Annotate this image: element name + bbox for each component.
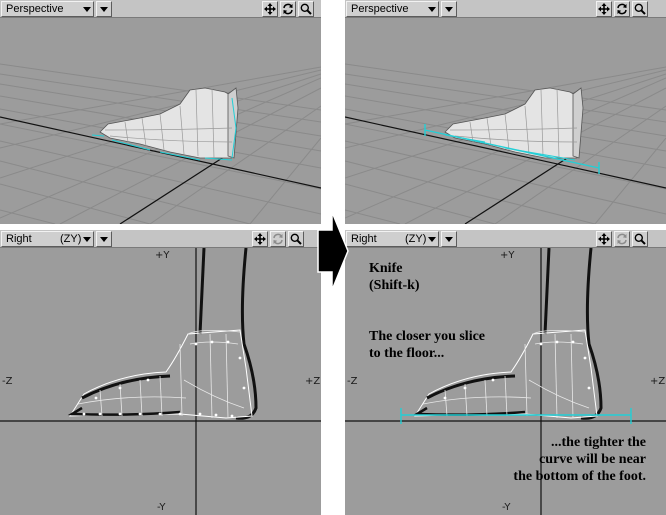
view-mode-label: Right: [351, 233, 377, 245]
shoe-side-mesh: [67, 329, 253, 419]
arrow-right-icon: [317, 211, 349, 291]
axis-label-minus-z: -Z: [2, 376, 13, 387]
hint-line: The closer you slice: [369, 329, 486, 344]
chevron-down-icon: [100, 7, 108, 12]
hint-line: to the floor...: [369, 346, 445, 361]
perspective-viewport-after[interactable]: Perspective: [345, 0, 666, 224]
viewport-header: Perspective: [0, 0, 321, 18]
viewport-header: Perspective: [345, 0, 666, 18]
slice-hint-note: The closer you slice to the floor...: [369, 328, 485, 362]
rotate-view-button[interactable]: [614, 1, 630, 17]
axis-label-plus-y: +Y: [155, 250, 170, 261]
viewport-options-button[interactable]: [441, 1, 457, 17]
rotate-view-icon: [272, 233, 284, 245]
axis-label-plus-y: +Y: [500, 250, 515, 261]
view-mode-dropdown[interactable]: Perspective: [346, 1, 439, 17]
view-mode-label: Right: [6, 233, 32, 245]
viewport-canvas[interactable]: +Y -Y -Z +Z: [0, 247, 321, 515]
zoom-view-button[interactable]: [298, 1, 314, 17]
rotate-view-icon: [282, 3, 294, 15]
rotate-view-icon: [616, 3, 628, 15]
view-mode-dropdown[interactable]: Perspective: [1, 1, 94, 17]
hint-line: ...the tighter the: [551, 435, 646, 450]
axis-label-plus-z: +Z: [305, 376, 321, 387]
view-mode-dropdown[interactable]: Right (ZY): [346, 231, 439, 247]
perspective-scene: [345, 63, 666, 224]
viewport-canvas[interactable]: +Y -Y -Z +Z: [345, 247, 666, 515]
perspective-viewport-before[interactable]: Perspective: [0, 0, 321, 224]
shoe-mesh: [444, 87, 584, 159]
axes-label: (ZY): [60, 233, 82, 245]
axis-label-plus-z: +Z: [650, 376, 666, 387]
zoom-view-icon: [634, 233, 646, 245]
chevron-down-icon: [83, 7, 91, 12]
axes-label: (ZY): [405, 233, 427, 245]
chevron-down-icon: [428, 237, 436, 242]
chevron-down-icon: [100, 237, 108, 242]
knife-tool-note: Knife (Shift-k): [369, 260, 420, 294]
chevron-down-icon: [83, 237, 91, 242]
move-view-icon: [598, 3, 610, 15]
chevron-down-icon: [428, 7, 436, 12]
tool-name: Knife: [369, 261, 403, 276]
axis-label-minus-y: -Y: [502, 502, 511, 513]
hint-line: curve will be near: [539, 452, 646, 467]
leg-outline: [543, 247, 603, 420]
viewport-options-button[interactable]: [96, 1, 112, 17]
curve-hint-note: ...the tighter the curve will be near th…: [513, 434, 646, 485]
move-view-button[interactable]: [596, 231, 612, 247]
move-view-icon: [264, 3, 276, 15]
axis-label-minus-y: -Y: [157, 502, 166, 513]
viewport-options-button[interactable]: [96, 231, 112, 247]
viewport-canvas[interactable]: [345, 18, 666, 224]
viewport-options-button[interactable]: [441, 231, 457, 247]
tool-shortcut: (Shift-k): [369, 278, 420, 293]
zoom-view-button[interactable]: [632, 231, 648, 247]
rotate-view-button[interactable]: [614, 231, 630, 247]
side-viewport-before[interactable]: Right (ZY) +Y -Y -Z +Z: [0, 230, 321, 515]
chevron-down-icon: [445, 7, 453, 12]
leg-outline: [198, 247, 258, 420]
viewport-header: Right (ZY): [0, 230, 321, 248]
rotate-view-button[interactable]: [280, 1, 296, 17]
axis-label-minus-z: -Z: [347, 376, 358, 387]
move-view-button[interactable]: [252, 231, 268, 247]
view-mode-label: Perspective: [6, 3, 64, 15]
view-mode-dropdown[interactable]: Right (ZY): [1, 231, 94, 247]
viewport-canvas[interactable]: [0, 18, 321, 224]
hint-line: the bottom of the foot.: [513, 469, 646, 484]
zoom-view-icon: [290, 233, 302, 245]
zoom-view-button[interactable]: [632, 1, 648, 17]
rotate-view-icon: [616, 233, 628, 245]
move-view-button[interactable]: [262, 1, 278, 17]
zoom-view-icon: [634, 3, 646, 15]
view-mode-label: Perspective: [351, 3, 409, 15]
move-view-button[interactable]: [596, 1, 612, 17]
perspective-scene: [0, 63, 321, 224]
rotate-view-button[interactable]: [270, 231, 286, 247]
viewport-header: Right (ZY): [345, 230, 666, 248]
chevron-down-icon: [445, 237, 453, 242]
side-scene: [0, 247, 321, 515]
move-view-icon: [598, 233, 610, 245]
zoom-view-button[interactable]: [288, 231, 304, 247]
move-view-icon: [254, 233, 266, 245]
zoom-view-icon: [300, 3, 312, 15]
side-viewport-after[interactable]: Right (ZY) +Y -Y -Z +Z Knife (Shift-k) T…: [345, 230, 666, 515]
